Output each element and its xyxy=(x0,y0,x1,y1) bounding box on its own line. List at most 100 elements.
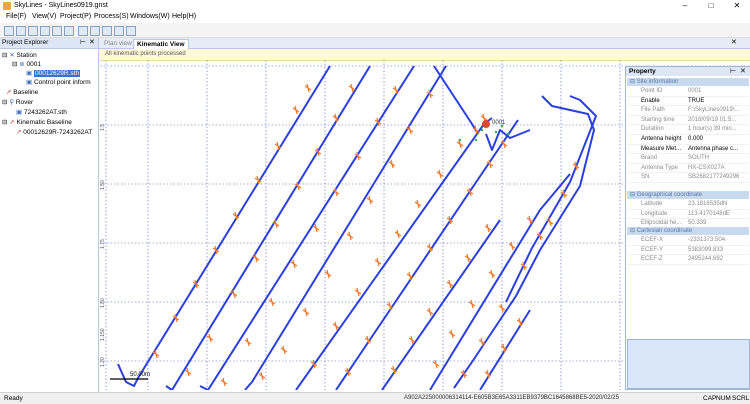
fix-point-marker xyxy=(484,223,492,233)
section-site-information[interactable]: ⊟ Site information xyxy=(627,78,749,86)
pin-icon[interactable]: ⊢ xyxy=(730,67,736,75)
minimize-button[interactable]: – xyxy=(672,0,698,12)
tree-station-0001[interactable]: ⊟ ⊛ 0001 xyxy=(12,60,41,68)
menu-view[interactable]: View(V) xyxy=(32,13,56,20)
close-tab-icon[interactable]: ✕ xyxy=(731,38,737,46)
import-icon[interactable] xyxy=(40,26,50,36)
menu-file[interactable]: File(F) xyxy=(6,13,26,20)
property-row[interactable]: Measure Met... Antenna phase c... xyxy=(627,145,749,155)
menu-help[interactable]: Help(H) xyxy=(172,13,196,20)
project-explorer: Project Explorer ⊢ ✕ ⊟ ✕ Station ⊟ ⊛ 000… xyxy=(0,38,99,392)
fix-point-marker xyxy=(268,297,276,307)
property-row[interactable]: Brand SOUTH xyxy=(627,154,749,164)
scrl-indicator: SCRL xyxy=(732,395,750,402)
settings-icon[interactable] xyxy=(64,26,74,36)
property-row[interactable]: ECEF-Y 5383099.833 xyxy=(627,246,749,256)
tree-station-file[interactable]: ▣ 00012629R.sth xyxy=(26,69,81,77)
new-project-icon[interactable] xyxy=(4,26,14,36)
property-row[interactable]: Latitude 23.1816535dN xyxy=(627,200,749,210)
fix-point-marker xyxy=(184,367,192,377)
property-row[interactable]: Antenna height 0.000 xyxy=(627,135,749,145)
track-line xyxy=(295,117,493,390)
property-row[interactable]: Duration 1 hour(s) 39 min... xyxy=(627,125,749,135)
property-row[interactable]: ECEF-Z 2495244.692 xyxy=(627,255,749,265)
property-row[interactable]: Antenna Type HX-CSX027A xyxy=(627,164,749,174)
property-value: 0001 xyxy=(688,88,702,94)
tree-baseline[interactable]: ➚ Baseline xyxy=(6,88,38,96)
property-row[interactable]: Point ID 0001 xyxy=(627,87,749,97)
menu-project[interactable]: Project(P) xyxy=(60,13,91,20)
property-value: 1 hour(s) 39 min... xyxy=(688,126,737,133)
property-value: -2331373.504 xyxy=(688,237,726,243)
property-value: 23.1816535dN xyxy=(688,201,728,207)
track-line xyxy=(505,95,597,303)
menu-windows[interactable]: Windows(W) xyxy=(130,13,170,20)
property-key: Brand xyxy=(641,155,658,162)
station-marker-icon[interactable] xyxy=(482,120,490,128)
track-line xyxy=(117,65,331,387)
menu-process[interactable]: Process(S) xyxy=(94,13,129,20)
property-value: F:\SkyLines0919\... xyxy=(688,107,740,114)
property-row[interactable]: Enable TRUE xyxy=(627,97,749,107)
report-icon[interactable] xyxy=(102,26,112,36)
run-icon[interactable] xyxy=(90,26,100,36)
property-key: ECEF-X xyxy=(641,237,664,243)
fix-point-marker xyxy=(346,231,354,241)
section-geographical-coordinate[interactable]: ⊟ Geographical coordinate xyxy=(627,191,749,199)
property-row[interactable]: SN SB2682177249296 xyxy=(627,173,749,183)
property-row[interactable]: ECEF-X -2331373.504 xyxy=(627,236,749,246)
collapse-icon[interactable]: ⊟ xyxy=(2,52,7,59)
tree-kinematic-baseline[interactable]: ⊟ ➚ Kinematic Baseline xyxy=(2,118,72,126)
process-icon[interactable] xyxy=(78,26,88,36)
tree-kinematic-item[interactable]: ↗ 00012629R-7243262AT xyxy=(16,128,92,136)
kinematic-tracks xyxy=(117,65,597,390)
property-value: SB2682177249296 xyxy=(688,174,740,181)
export-icon[interactable] xyxy=(52,26,62,36)
save-icon[interactable] xyxy=(28,26,38,36)
fix-point-marker xyxy=(302,307,310,317)
toolbar xyxy=(0,23,750,38)
property-value: 50.339 xyxy=(688,220,707,227)
tree-rover[interactable]: ⊟ ⚲ Rover xyxy=(2,98,33,106)
fix-point-marker xyxy=(388,159,396,169)
property-row[interactable]: Starting time 2018/09/19 01:5... xyxy=(627,116,749,126)
fix-point-marker xyxy=(414,199,422,209)
property-key: Duration xyxy=(641,126,664,133)
track-line xyxy=(335,119,519,390)
collapse-icon[interactable]: ⊟ xyxy=(12,61,17,68)
zoom-icon[interactable] xyxy=(114,26,124,36)
fix-point-marker xyxy=(354,287,362,297)
tab-kinematic-view[interactable]: Kinematic View xyxy=(133,39,189,49)
maximize-button[interactable]: □ xyxy=(698,0,724,12)
baseline-icon: ➚ xyxy=(6,89,12,96)
property-value: TRUE xyxy=(688,97,705,104)
close-button[interactable]: ✕ xyxy=(724,0,750,12)
tree-rover-file[interactable]: ▣ 7243262AT.sth xyxy=(16,108,67,116)
property-value: SOUTH xyxy=(688,155,709,162)
tree-control-point[interactable]: ▣ Control point inform xyxy=(26,78,91,86)
pin-icon[interactable]: ⊢ xyxy=(80,38,86,46)
property-row[interactable]: Longitude 113.4170148dE xyxy=(627,210,749,220)
property-value: Antenna phase c... xyxy=(688,145,739,152)
property-key: Latitude xyxy=(641,201,663,207)
open-project-icon[interactable] xyxy=(16,26,26,36)
property-row[interactable]: File Path F:\SkyLines0919\... xyxy=(627,106,749,116)
fix-point-marker xyxy=(468,299,476,309)
close-panel-icon[interactable]: ✕ xyxy=(89,38,95,46)
float-point-marker xyxy=(474,138,478,142)
collapse-icon[interactable]: ⊟ xyxy=(2,99,7,106)
fix-point-marker xyxy=(436,169,444,179)
help-icon[interactable] xyxy=(126,26,136,36)
tick-label: 1.5 xyxy=(100,124,106,131)
fix-point-marker xyxy=(366,195,374,205)
property-panel: Property ⊢ ✕ ⊟ Site information Point ID… xyxy=(625,66,750,390)
tab-plan-view[interactable]: Plan view xyxy=(101,39,135,48)
point-icon: ⊛ xyxy=(19,61,25,68)
collapse-icon[interactable]: ⊟ xyxy=(2,119,7,126)
section-cartesian-coordinate[interactable]: ⊟ Cartesian coordinate xyxy=(627,227,749,235)
fix-point-marker xyxy=(290,259,298,269)
tree-station[interactable]: ⊟ ✕ Station xyxy=(2,51,37,59)
close-panel-icon[interactable]: ✕ xyxy=(740,67,746,75)
view-tabs: Plan view Kinematic View ✕ xyxy=(99,38,750,49)
property-value: HX-CSX027A xyxy=(688,164,725,171)
